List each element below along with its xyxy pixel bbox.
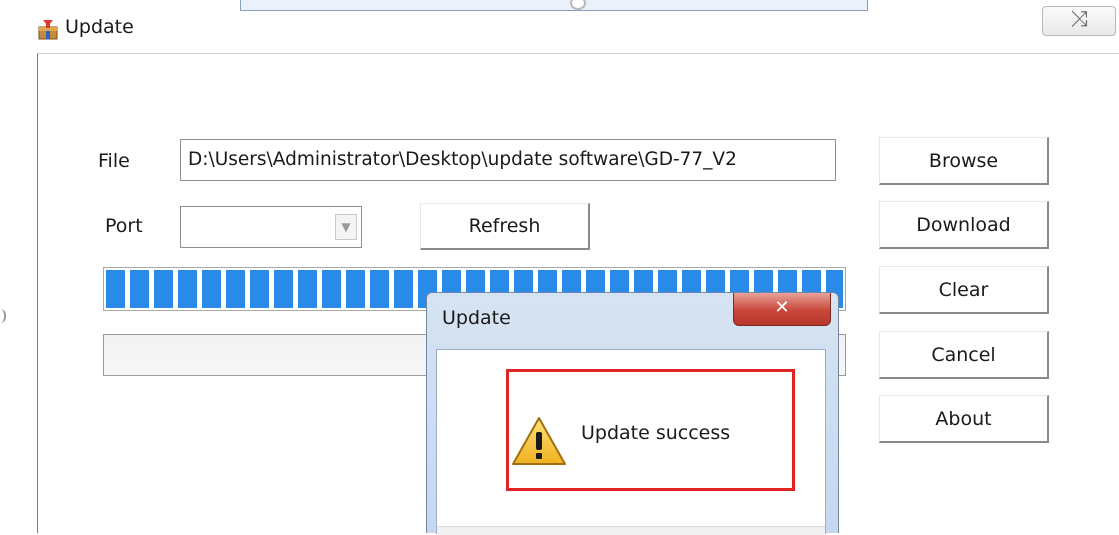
window-close-button[interactable]: ⤨ <box>1042 6 1116 36</box>
dialog-close-button[interactable]: ✕ <box>733 293 831 326</box>
file-label: File <box>98 150 130 172</box>
port-label: Port <box>105 215 143 237</box>
warning-icon <box>512 417 566 465</box>
dialog-body: Update success <box>436 349 826 535</box>
close-icon: ✕ <box>774 297 790 318</box>
clear-button[interactable]: Clear <box>879 266 1049 314</box>
browse-button[interactable]: Browse <box>879 137 1049 185</box>
background-window-edge-left <box>0 309 6 323</box>
dialog-footer <box>437 526 825 535</box>
port-dropdown[interactable]: ▼ <box>180 206 362 248</box>
refresh-button[interactable]: Refresh <box>420 203 590 250</box>
page-corner-fold <box>0 0 60 60</box>
dialog-message: Update success <box>581 422 731 444</box>
highlight-annotation: Update success <box>506 369 795 491</box>
file-path-input[interactable]: D:\Users\Administrator\Desktop\update so… <box>180 139 836 181</box>
download-button[interactable]: Download <box>879 201 1049 249</box>
dialog-title: Update <box>442 307 511 329</box>
chevron-down-icon[interactable]: ▼ <box>335 214 357 240</box>
cancel-button[interactable]: Cancel <box>879 331 1049 379</box>
close-icon: ⤨ <box>1070 7 1088 32</box>
window-title: Update <box>65 16 134 38</box>
update-dialog: Update ✕ Update success <box>426 292 839 535</box>
background-window-edge <box>240 0 868 11</box>
about-button[interactable]: About <box>879 395 1049 443</box>
